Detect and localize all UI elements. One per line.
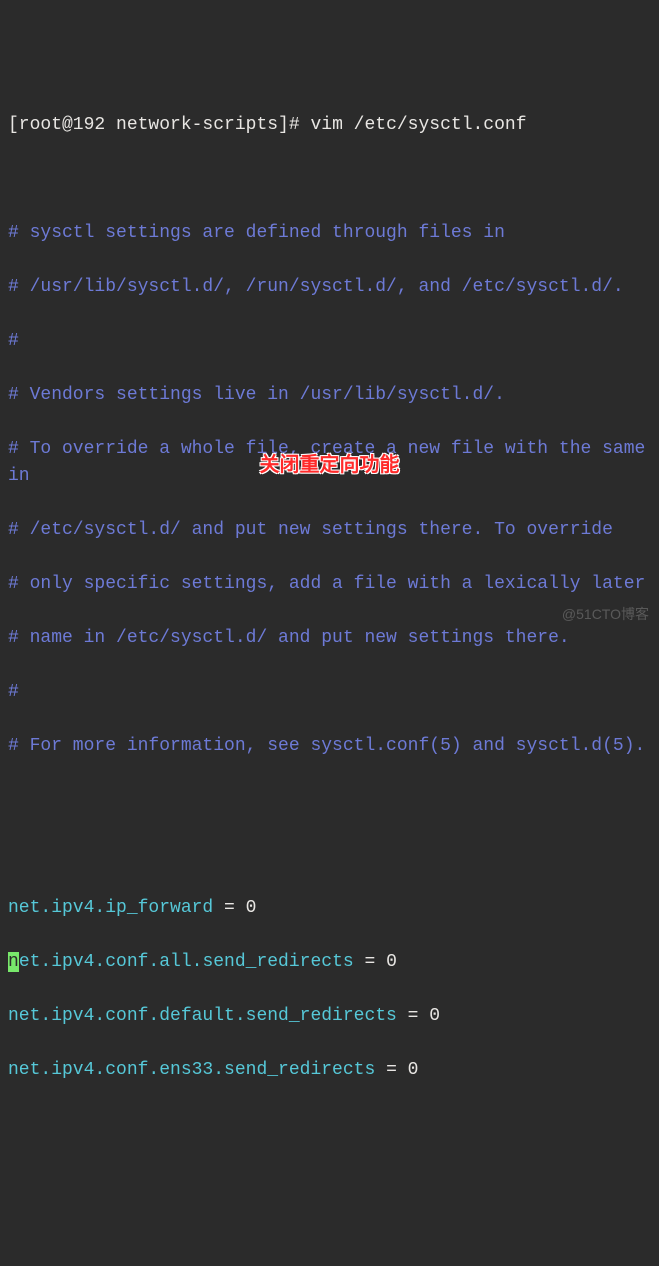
equals-sign: =	[375, 1060, 407, 1080]
sysctl-value: 0	[246, 898, 257, 918]
setting-line[interactable]: net.ipv4.ip_forward = 0	[8, 895, 651, 922]
sysctl-key: net.ipv4.conf.ens33.send_redirects	[8, 1060, 375, 1080]
comment-line[interactable]: # only specific settings, add a file wit…	[8, 571, 651, 598]
sysctl-key: net.ipv4.ip_forward	[8, 898, 213, 918]
comment-line[interactable]: # Vendors settings live in /usr/lib/sysc…	[8, 382, 651, 409]
vim-cursor: n	[8, 952, 19, 972]
equals-sign: =	[397, 1006, 429, 1026]
prompt-command: vim /etc/sysctl.conf	[310, 115, 526, 135]
blank-line[interactable]	[8, 841, 651, 868]
equals-sign: =	[213, 898, 245, 918]
comment-line[interactable]: # /usr/lib/sysctl.d/, /run/sysctl.d/, an…	[8, 274, 651, 301]
watermark-text: @51CTO博客	[562, 604, 649, 625]
sysctl-key: net.ipv4.conf.default.send_redirects	[8, 1006, 397, 1026]
sysctl-value: 0	[386, 952, 397, 972]
shell-prompt-line: [root@192 network-scripts]# vim /etc/sys…	[8, 112, 651, 139]
equals-sign: =	[354, 952, 386, 972]
comment-line[interactable]: # For more information, see sysctl.conf(…	[8, 733, 651, 760]
comment-line[interactable]: # /etc/sysctl.d/ and put new settings th…	[8, 517, 651, 544]
comment-line[interactable]: #	[8, 328, 651, 355]
blank-line	[8, 166, 651, 193]
sysctl-key: et.ipv4.conf.all.send_redirects	[19, 952, 354, 972]
comment-line[interactable]: # sysctl settings are defined through fi…	[8, 220, 651, 247]
annotation-label: 关闭重定向功能	[260, 450, 400, 480]
comment-line[interactable]: # name in /etc/sysctl.d/ and put new set…	[8, 625, 651, 652]
setting-line-cursor[interactable]: net.ipv4.conf.all.send_redirects = 0	[8, 949, 651, 976]
sysctl-value: 0	[408, 1060, 419, 1080]
setting-line[interactable]: net.ipv4.conf.ens33.send_redirects = 0	[8, 1057, 651, 1084]
setting-line[interactable]: net.ipv4.conf.default.send_redirects = 0	[8, 1003, 651, 1030]
blank-line[interactable]	[8, 787, 651, 814]
comment-line[interactable]: #	[8, 679, 651, 706]
prompt-user-host: [root@192 network-scripts]#	[8, 115, 300, 135]
sysctl-value: 0	[429, 1006, 440, 1026]
